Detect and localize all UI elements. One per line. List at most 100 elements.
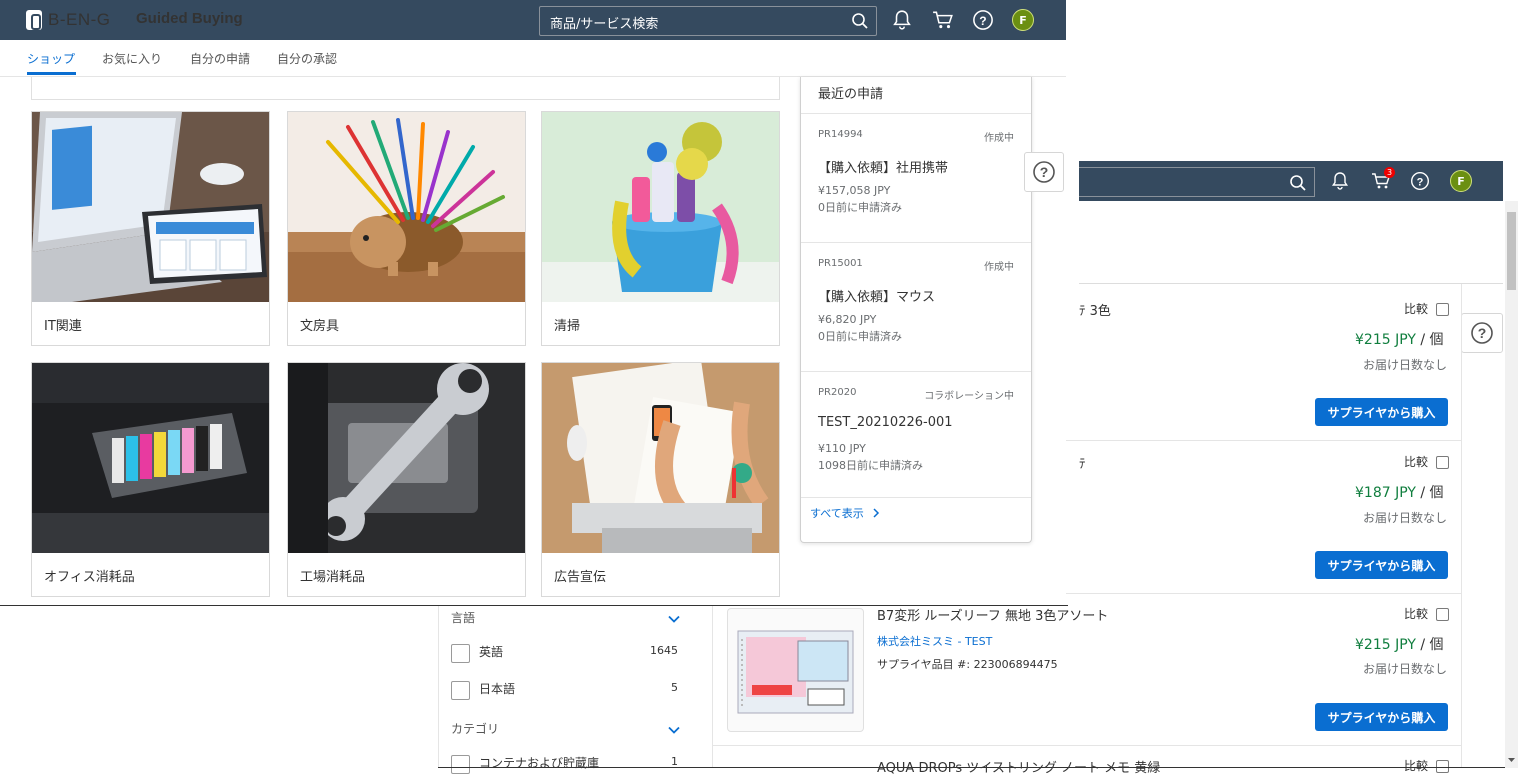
product-price: ¥215 JPY / 個: [1355, 637, 1444, 653]
category-card-advertising[interactable]: 広告宣伝: [541, 362, 780, 597]
brand-logo[interactable]: B-EN-G: [26, 10, 111, 30]
request-title: 【購入依頼】社用携帯: [818, 161, 949, 176]
svg-text:?: ?: [979, 14, 986, 28]
active-tab-indicator: [27, 72, 76, 75]
request-date: 0日前に申請済み: [818, 201, 902, 214]
help-icon: ?: [1471, 322, 1493, 344]
request-amount: ¥110 JPY: [818, 442, 866, 455]
delivery-info: お届け日数なし: [1363, 511, 1448, 525]
compare-label: 比較: [1404, 302, 1429, 316]
tab-favorites[interactable]: お気に入り: [102, 50, 162, 67]
product-title[interactable]: ﾃ: [1079, 453, 1086, 472]
request-item[interactable]: PR15001 作成中 【購入依頼】マウス ¥6,820 JPY 0日前に申請済…: [801, 243, 1031, 371]
avatar[interactable]: F: [1450, 170, 1472, 192]
design-desk-image: [542, 363, 779, 553]
category-label: オフィス消耗品: [44, 570, 135, 585]
category-card-office-supplies[interactable]: オフィス消耗品: [31, 362, 270, 597]
compare-checkbox[interactable]: [1436, 456, 1449, 469]
request-id: PR14994: [818, 129, 863, 140]
category-label: 広告宣伝: [554, 570, 607, 585]
compare-label: 比較: [1404, 455, 1429, 469]
filter-option-label: 日本語: [479, 682, 516, 696]
previous-section: [31, 77, 780, 100]
request-title: 【購入依頼】マウス: [818, 290, 936, 305]
product-thumbnail[interactable]: [727, 608, 864, 732]
looseleaf-image: [737, 630, 854, 714]
scroll-down-arrow-icon[interactable]: [1505, 752, 1518, 768]
request-id: PR2020: [818, 387, 857, 398]
svg-text:?: ?: [1040, 164, 1049, 180]
search-icon[interactable]: [851, 12, 869, 30]
bell-icon[interactable]: [1330, 171, 1350, 191]
svg-text:?: ?: [1417, 177, 1424, 189]
request-date: 1098日前に申請済み: [818, 459, 923, 472]
compare-checkbox[interactable]: [1436, 303, 1449, 316]
compare-label: 比較: [1404, 759, 1429, 773]
product-price: ¥215 JPY / 個: [1355, 332, 1444, 348]
filter-option-count: 1645: [650, 644, 678, 657]
row-divider: [712, 745, 1462, 746]
product-price: ¥187 JPY / 個: [1355, 485, 1444, 501]
tab-shop[interactable]: ショップ: [27, 50, 75, 67]
request-date: 0日前に申請済み: [818, 330, 902, 343]
category-card-factory-supplies[interactable]: 工場消耗品: [287, 362, 526, 597]
buy-from-supplier-button[interactable]: サプライヤから購入: [1315, 703, 1448, 731]
help-icon[interactable]: ?: [972, 9, 994, 31]
filter-option-label: コンテナおよび貯蔵庫: [479, 756, 600, 770]
avatar[interactable]: F: [1012, 9, 1034, 31]
background-search-input[interactable]: [1079, 167, 1315, 197]
filter-heading-language[interactable]: 言語: [451, 609, 475, 626]
search-input[interactable]: 商品/サービス検索: [539, 6, 877, 36]
buy-from-supplier-button[interactable]: サプライヤから購入: [1315, 398, 1448, 426]
cart-icon[interactable]: [932, 9, 954, 31]
help-icon: ?: [1033, 161, 1055, 183]
chevron-down-icon[interactable]: [667, 612, 681, 626]
laptop-image: [32, 112, 269, 302]
filter-checkbox-japanese[interactable]: [451, 681, 470, 700]
request-item[interactable]: PR14994 作成中 【購入依頼】社用携帯 ¥157,058 JPY 0日前に…: [801, 114, 1031, 242]
request-id: PR15001: [818, 258, 863, 269]
filter-heading-category[interactable]: カテゴリ: [451, 720, 499, 737]
help-icon[interactable]: ?: [1410, 171, 1430, 191]
request-status: コラボレーション中: [924, 391, 1014, 402]
delivery-info: お届け日数なし: [1363, 662, 1448, 676]
printer-ink-image: [32, 363, 269, 553]
supplier-sku: サプライヤ品目 #: 223006894475: [877, 658, 1058, 671]
supplier-link[interactable]: 株式会社ミスミ - TEST: [877, 633, 992, 649]
recent-requests-panel: 最近の申請 PR14994 作成中 【購入依頼】社用携帯 ¥157,058 JP…: [800, 77, 1032, 543]
show-all-label: すべて表示: [810, 507, 864, 520]
help-button[interactable]: ?: [1024, 152, 1064, 192]
chevron-down-icon[interactable]: [667, 723, 681, 737]
bell-icon[interactable]: [891, 9, 913, 31]
product-name: Guided Buying: [136, 10, 243, 27]
request-item[interactable]: PR2020 コラボレーション中 TEST_20210226-001 ¥110 …: [801, 372, 1031, 497]
tab-my-requests[interactable]: 自分の申請: [190, 50, 250, 67]
category-card-it[interactable]: IT関連: [31, 111, 270, 346]
request-status: 作成中: [984, 262, 1014, 273]
request-title: TEST_20210226-001: [818, 415, 953, 430]
category-label: IT関連: [44, 319, 82, 334]
category-card-cleaning[interactable]: 清掃: [541, 111, 780, 346]
delivery-info: お届け日数なし: [1363, 358, 1448, 372]
search-icon[interactable]: [1289, 174, 1307, 192]
scrollbar-thumb[interactable]: [1507, 212, 1516, 290]
recent-requests-heading: 最近の申請: [818, 87, 884, 102]
filter-checkbox-category[interactable]: [451, 755, 470, 774]
filter-checkbox-english[interactable]: [451, 644, 470, 663]
product-title[interactable]: ﾃ 3色: [1079, 300, 1111, 319]
svg-text:?: ?: [1478, 325, 1487, 341]
request-amount: ¥157,058 JPY: [818, 184, 891, 197]
buy-from-supplier-button[interactable]: サプライヤから購入: [1315, 551, 1448, 579]
pencils-image: [288, 112, 525, 302]
tab-my-approvals[interactable]: 自分の承認: [277, 50, 337, 67]
chevron-right-icon: [873, 508, 880, 518]
category-card-stationery[interactable]: 文房具: [287, 111, 526, 346]
help-button[interactable]: ?: [1461, 313, 1503, 353]
request-amount: ¥6,820 JPY: [818, 313, 877, 326]
wrench-engine-image: [288, 363, 525, 553]
show-all-link[interactable]: すべて表示: [810, 505, 881, 521]
product-title[interactable]: B7変形 ルーズリーフ 無地 3色アソート: [877, 605, 1108, 624]
filter-option-label: 英語: [479, 645, 504, 659]
compare-checkbox[interactable]: [1436, 608, 1449, 621]
cleaning-supplies-image: [542, 112, 779, 302]
